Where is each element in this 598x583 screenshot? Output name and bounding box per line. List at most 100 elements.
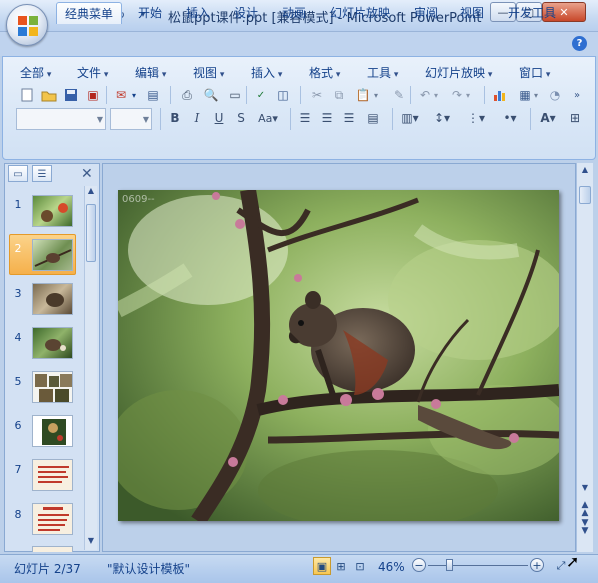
previous-slide-icon[interactable]: ▲ ▲ [578,501,592,518]
bullets-icon[interactable]: •▾ [498,109,522,127]
toolbar-options-icon[interactable]: » [568,86,586,104]
slide-number: 1 [14,198,22,211]
slide-thumbnail-7[interactable] [32,459,73,491]
new-icon[interactable] [18,86,36,104]
help-icon[interactable]: ? [572,36,587,51]
table-dropdown-icon[interactable]: ▾ [532,86,540,104]
slide-number: 2 [14,242,22,255]
tab-insert[interactable]: 插入 [178,2,218,24]
pane-close-icon[interactable]: ✕ [81,166,93,182]
italic-icon[interactable]: I [188,109,206,127]
spelling-icon[interactable]: ✓ [252,86,270,104]
shadow-icon[interactable]: S [232,109,250,127]
save-toolbar-icon[interactable] [62,86,80,104]
zoom-slider-thumb[interactable] [446,559,453,571]
align-right-icon[interactable]: ☰ [340,109,358,127]
numbering-icon[interactable]: ⋮▾ [464,109,488,127]
tab-home[interactable]: 开始 [130,2,170,24]
print-preview-icon[interactable]: 🔍 [202,86,220,104]
slide-thumbnail-6[interactable] [32,415,73,447]
redo-toolbar-dropdown-icon[interactable]: ▾ [464,86,472,104]
font-size-combo[interactable]: ▼ [110,108,152,130]
justify-icon[interactable]: ▤ [364,109,382,127]
publish-icon[interactable]: ▤ [144,86,162,104]
slide-thumbnail-4[interactable] [32,327,73,359]
office-button[interactable] [6,4,48,46]
scroll-down-icon[interactable]: ▼ [85,536,97,550]
copy-icon[interactable]: ⧉ [330,86,348,104]
tab-slide-show[interactable]: 幻灯片放映 [322,2,398,24]
slide-thumbnail-8[interactable] [32,503,73,535]
slide-sorter-icon[interactable]: ⊞ [332,557,350,575]
scroll-thumb[interactable] [579,186,591,204]
scroll-thumb[interactable] [86,204,96,262]
tab-classic-menu[interactable]: 经典菜单 [56,2,123,24]
mouse-cursor-icon: ➚ [566,552,580,571]
line-spacing-icon[interactable]: ↕▾ [430,109,454,127]
insert-chart-icon[interactable] [492,86,510,104]
scroll-up-icon[interactable]: ▲ [85,186,97,200]
toolbar-separator [300,86,301,104]
menu-format[interactable]: 格式 [309,64,340,80]
squirrel-photo: 0609-- [118,190,559,521]
zoom-level[interactable]: 46% [378,560,405,574]
scroll-down-icon[interactable]: ▼ [578,483,592,497]
toolbar-separator [484,86,485,104]
research-icon[interactable]: ◫ [274,86,292,104]
menu-file[interactable]: 文件 [77,64,108,80]
menu-view[interactable]: 视图 [193,64,224,80]
theme-name[interactable]: "默认设计模板" [107,560,190,577]
print-icon[interactable]: ⎙ [178,86,196,104]
menu-all[interactable]: 全部 [20,64,51,80]
normal-view-icon[interactable]: ▣ [313,557,331,575]
underline-icon[interactable]: U [210,109,228,127]
open-icon[interactable] [40,86,58,104]
slides-tab[interactable]: ▭ [8,165,28,182]
align-center-icon[interactable]: ☰ [318,109,336,127]
scroll-up-icon[interactable]: ▲ [578,165,592,179]
outline-tab[interactable]: ☰ [32,165,52,182]
slide-canvas[interactable]: 0609-- [118,190,559,521]
paste-icon[interactable]: 📋 [354,86,372,104]
menu-slide-show[interactable]: 幻灯片放映 [425,64,492,80]
more-format-icon[interactable]: ⊞ [566,109,584,127]
menu-edit[interactable]: 编辑 [135,64,166,80]
tab-developer[interactable]: 开发工具 [500,2,564,24]
slide-show-icon[interactable]: ⊡ [351,557,369,575]
paste-dropdown-icon[interactable]: ▾ [372,86,380,104]
change-case-icon[interactable]: Aa▾ [256,109,280,127]
slide-thumbnail-1[interactable] [32,195,73,227]
bold-icon[interactable]: B [166,109,184,127]
tab-design[interactable]: 设计 [226,2,266,24]
align-left-icon[interactable]: ☰ [296,109,314,127]
more-tools-icon[interactable]: ◔ [546,86,564,104]
slide-layout-icon[interactable]: ▭ [226,86,244,104]
zoom-out-icon[interactable]: − [412,558,426,572]
tab-review[interactable]: 审阅 [406,2,446,24]
columns-icon[interactable]: ▥▾ [398,109,422,127]
slide-thumbnail-2[interactable] [32,239,73,271]
menu-tools[interactable]: 工具 [367,64,398,80]
format-painter-icon[interactable]: ✎ [390,86,408,104]
mail-dropdown-icon[interactable]: ▾ [130,86,138,104]
slide-thumbnail-3[interactable] [32,283,73,315]
slide-thumbnail-9-partial[interactable] [32,546,73,552]
next-slide-icon[interactable]: ▼ ▼ [578,519,592,536]
zoom-slider-track[interactable] [428,565,528,566]
slides-pane-scrollbar[interactable]: ▲ ▼ [84,186,97,550]
slide-thumbnail-5[interactable] [32,371,73,403]
slide-vertical-scrollbar[interactable]: ▲ ▼ ▲ ▲ ▼ ▼ [576,163,593,552]
cut-icon[interactable]: ✂ [308,86,326,104]
menu-insert[interactable]: 插入 [251,64,282,80]
tab-animations[interactable]: 动画 [274,2,314,24]
undo-toolbar-dropdown-icon[interactable]: ▾ [432,86,440,104]
toolbar-separator [106,86,107,104]
menu-window[interactable]: 窗口 [519,64,550,80]
font-name-combo[interactable]: ▼ [16,108,106,130]
toolbar-separator [530,108,531,130]
font-color-icon[interactable]: A▾ [536,109,560,127]
tab-view[interactable]: 视图 [452,2,492,24]
permission-icon[interactable]: ▣ [84,86,102,104]
mail-icon[interactable]: ✉ [112,86,130,104]
zoom-in-icon[interactable]: + [530,558,544,572]
